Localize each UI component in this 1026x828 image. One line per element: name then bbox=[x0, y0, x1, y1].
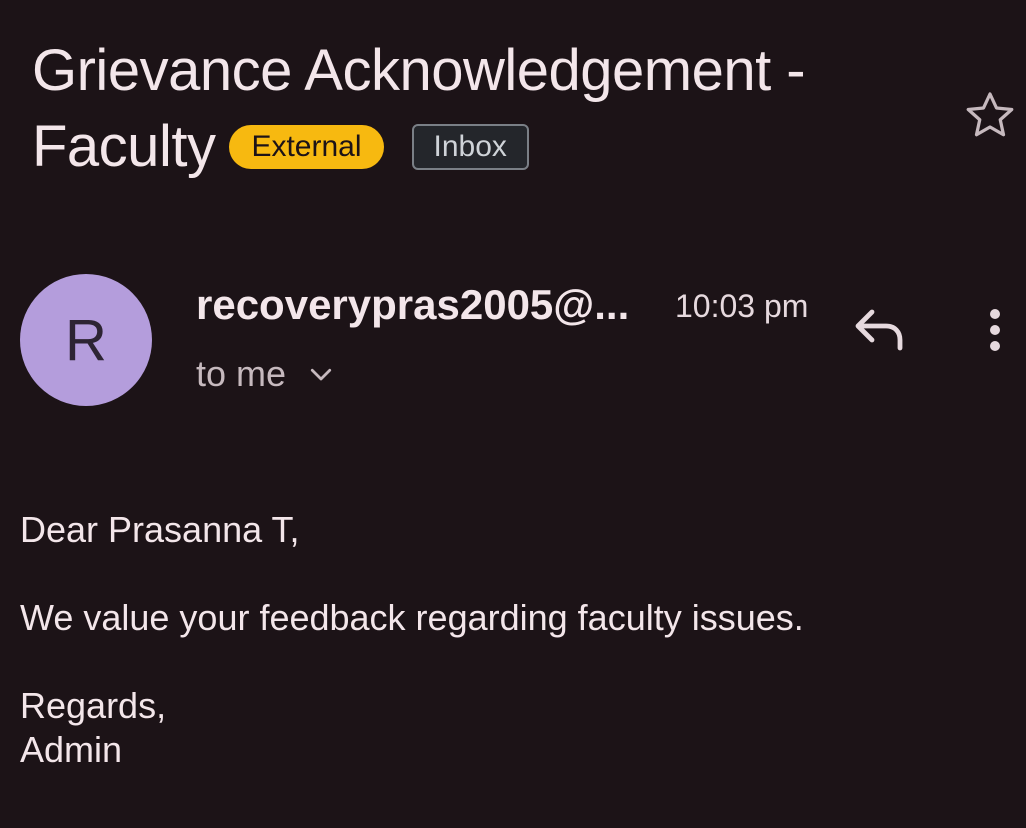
email-subject: Grievance Acknowledgement - Faculty Exte… bbox=[32, 36, 932, 182]
avatar-initial: R bbox=[65, 307, 107, 373]
recipient-label: to me bbox=[196, 353, 287, 394]
sent-time: 10:03 pm bbox=[675, 288, 809, 324]
recipient-details-toggle[interactable]: to me bbox=[196, 352, 336, 396]
star-icon-svg bbox=[966, 92, 1014, 137]
subject-line-2: Faculty bbox=[32, 114, 216, 179]
more-vert-icon[interactable] bbox=[980, 304, 1010, 356]
chevron-down-icon bbox=[306, 359, 336, 389]
reply-icon[interactable] bbox=[850, 304, 910, 356]
body-greeting: Dear Prasanna T, bbox=[20, 509, 300, 550]
external-badge: External bbox=[229, 125, 384, 169]
avatar[interactable]: R bbox=[20, 274, 152, 406]
subject-line-1: Grievance Acknowledgement - bbox=[32, 38, 806, 103]
star-icon[interactable] bbox=[960, 86, 1020, 146]
body-signature: Admin bbox=[20, 729, 123, 770]
inbox-label[interactable]: Inbox bbox=[411, 124, 529, 170]
body-message: We value your feedback regarding faculty… bbox=[20, 597, 804, 638]
sender-name[interactable]: recoverypras2005@... bbox=[196, 280, 629, 330]
subject-line-2-row: Faculty External Inbox bbox=[32, 112, 932, 182]
email-body: Dear Prasanna T, We value your feedback … bbox=[20, 508, 1000, 772]
body-closing: Regards, bbox=[20, 685, 167, 726]
